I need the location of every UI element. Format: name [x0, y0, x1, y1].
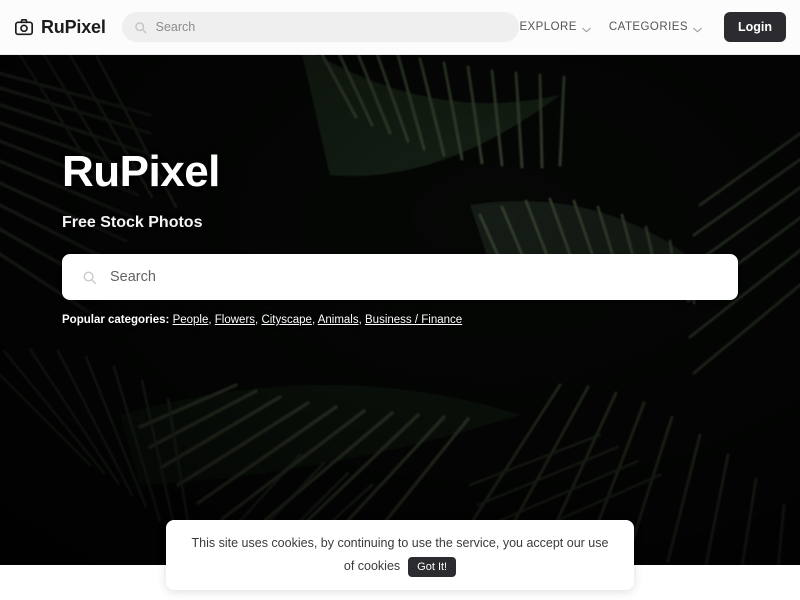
nav-item-explore[interactable]: EXPLORE — [519, 21, 591, 33]
main-nav: EXPLORE CATEGORIES Login — [519, 12, 786, 42]
search-icon — [134, 21, 147, 34]
search-icon — [82, 270, 97, 285]
hero-section: RuPixel Free Stock Photos Search Popular… — [0, 55, 800, 565]
camera-icon — [14, 17, 34, 37]
category-link-business-finance[interactable]: Business / Finance — [365, 314, 462, 326]
hero-subtitle: Free Stock Photos — [62, 214, 203, 231]
popular-categories: Popular categories: People, Flowers, Cit… — [62, 314, 742, 326]
category-link-flowers[interactable]: Flowers — [215, 314, 255, 326]
popular-categories-list: People, Flowers, Cityscape, Animals, Bus… — [173, 314, 463, 326]
cookie-message: This site uses cookies, by continuing to… — [191, 535, 609, 573]
logo-text: RuPixel — [41, 16, 106, 37]
nav-item-explore-label: EXPLORE — [519, 21, 577, 33]
header-search-input[interactable]: Search — [121, 12, 520, 42]
hero-search-input[interactable]: Search — [62, 254, 738, 300]
hero-content: RuPixel Free Stock Photos Search Popular… — [62, 55, 742, 565]
header-search-placeholder: Search — [155, 20, 196, 34]
nav-item-categories-label: CATEGORIES — [608, 21, 688, 33]
site-header: RuPixel Search EXPLORE CATEGORIES Login — [0, 0, 800, 55]
cookie-accept-button[interactable]: Got It! — [408, 556, 457, 577]
chevron-down-icon — [582, 24, 591, 33]
cookie-banner: This site uses cookies, by continuing to… — [166, 520, 634, 590]
category-link-animals[interactable]: Animals — [318, 314, 359, 326]
chevron-down-icon — [693, 24, 702, 33]
nav-item-categories[interactable]: CATEGORIES — [609, 21, 702, 33]
logo[interactable]: RuPixel — [14, 17, 106, 38]
cookie-message-wrap: This site uses cookies, by continuing to… — [190, 532, 610, 578]
hero-search-placeholder: Search — [110, 269, 156, 285]
category-link-people[interactable]: People — [173, 314, 209, 326]
category-link-cityscape[interactable]: Cityscape — [261, 314, 312, 326]
popular-categories-label: Popular categories: — [62, 314, 170, 326]
hero-title: RuPixel — [62, 147, 220, 196]
login-button[interactable]: Login — [723, 12, 786, 42]
